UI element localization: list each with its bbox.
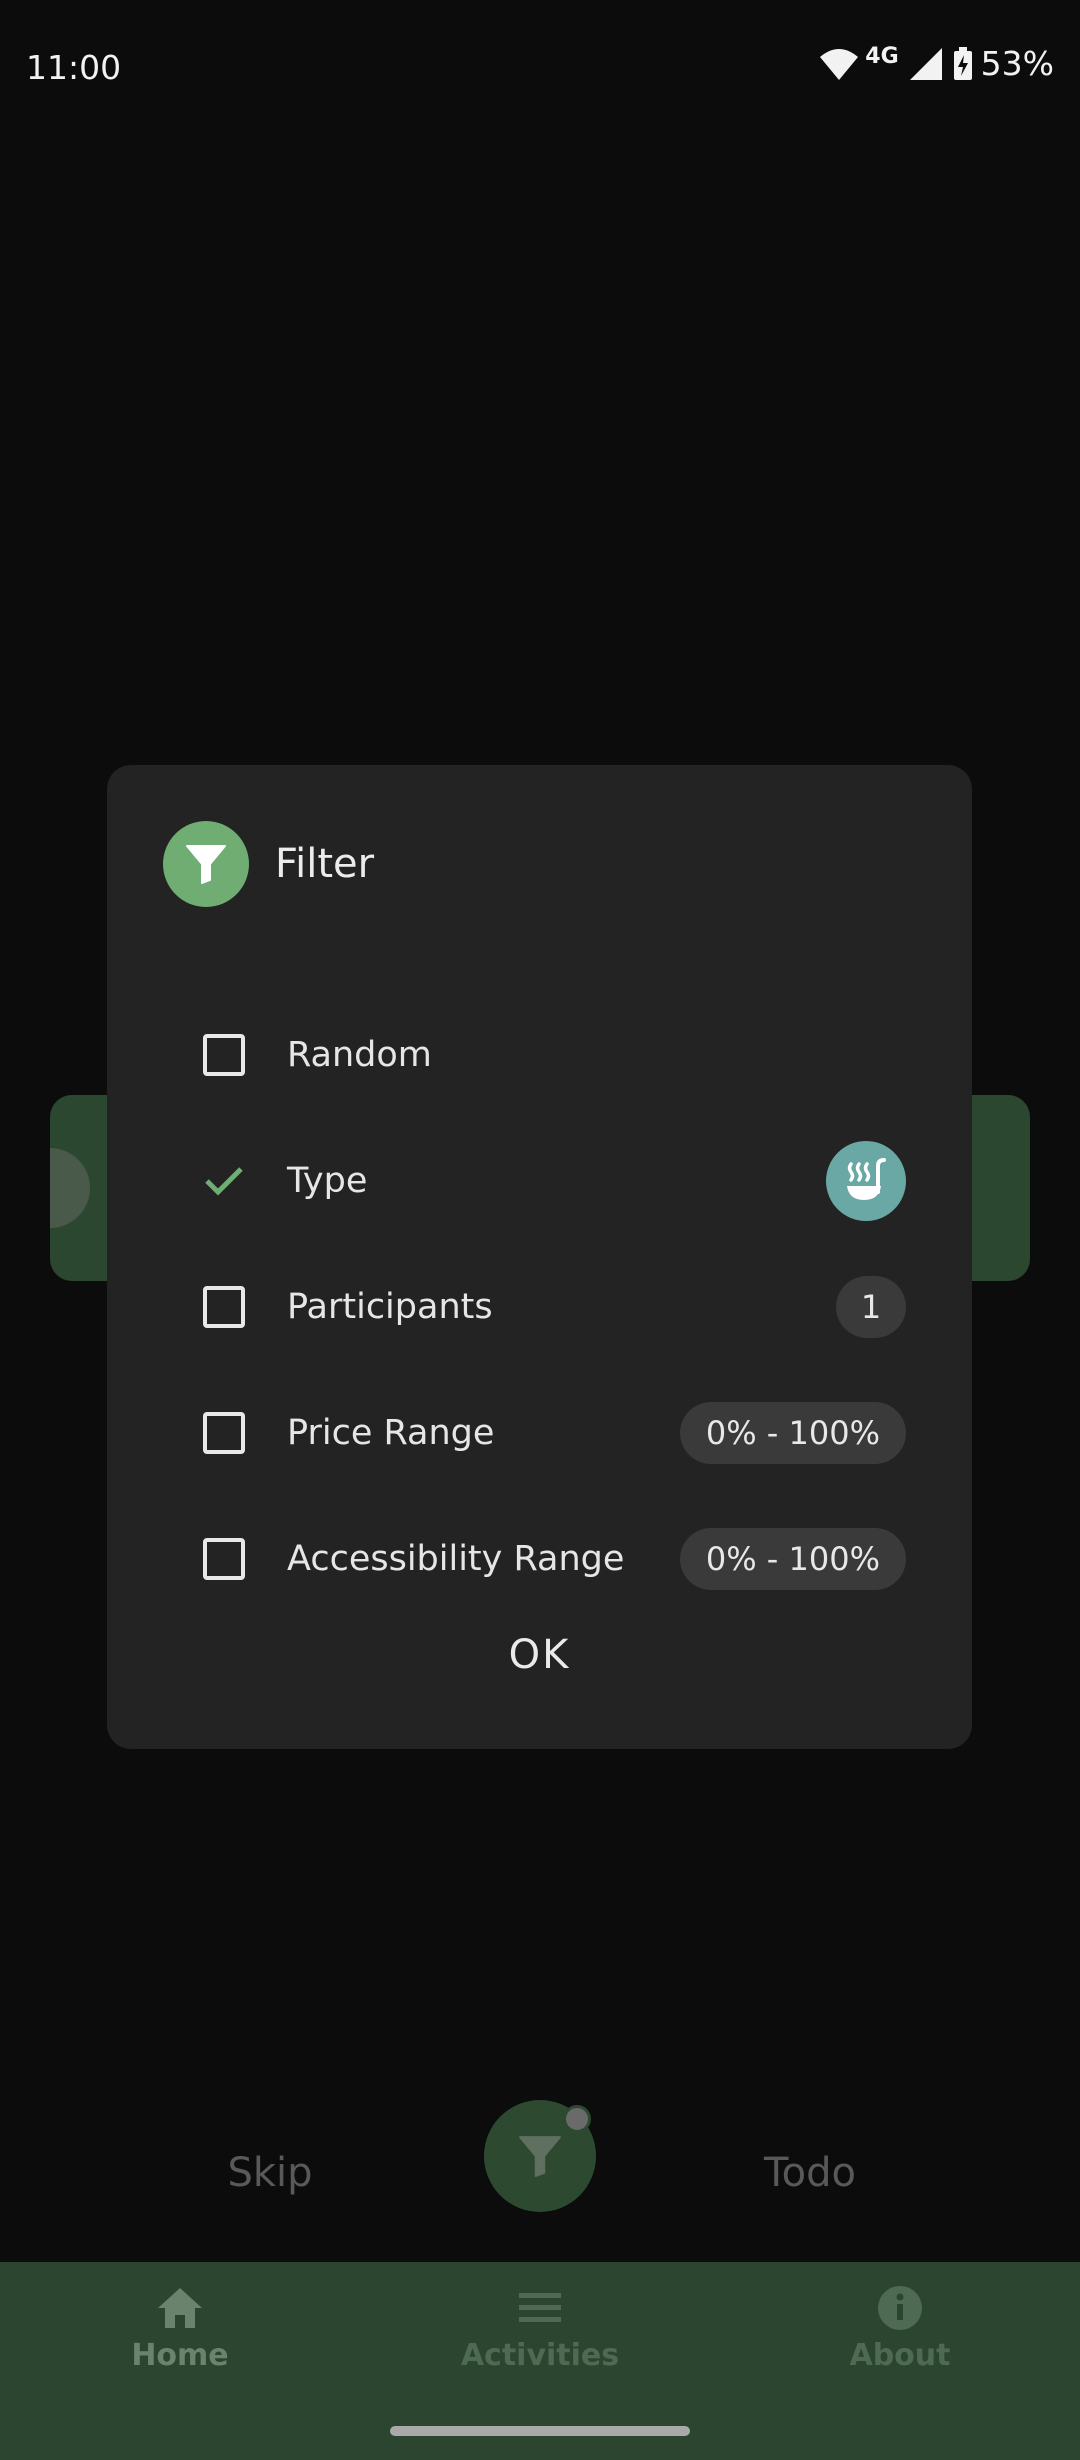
status-time: 11:00 xyxy=(26,48,122,87)
nav-item-home[interactable]: Home xyxy=(60,2284,300,2373)
network-type: 4G xyxy=(865,44,899,69)
participants-value-chip[interactable]: 1 xyxy=(836,1276,906,1338)
price-range-label: Price Range xyxy=(287,1413,495,1453)
nav-label-activities: Activities xyxy=(460,2338,620,2373)
gesture-handle[interactable] xyxy=(390,2426,690,2436)
price-range-value-chip[interactable]: 0% - 100% xyxy=(679,1402,906,1464)
nav-item-about[interactable]: About xyxy=(780,2284,1020,2373)
battery-percent: 53% xyxy=(980,44,1054,83)
nav-item-activities[interactable]: Activities xyxy=(420,2284,660,2373)
participants-checkbox[interactable] xyxy=(203,1286,245,1328)
nav-label-home: Home xyxy=(131,2338,229,2373)
accessibility-range-label: Accessibility Range xyxy=(287,1539,625,1579)
filter-row-type[interactable]: Type xyxy=(203,1141,906,1221)
status-bar: 11:00 4G 53% xyxy=(0,0,1080,140)
participants-label: Participants xyxy=(287,1287,493,1327)
random-label: Random xyxy=(287,1035,432,1075)
battery-charging-icon xyxy=(953,46,972,80)
filter-dialog: Filter Random Type Participants 1 Price … xyxy=(107,765,972,1749)
filter-icon xyxy=(519,2136,561,2177)
skip-button[interactable]: Skip xyxy=(170,2150,370,2196)
dialog-header: Filter xyxy=(163,821,374,907)
list-icon xyxy=(519,2293,561,2322)
filter-active-indicator xyxy=(563,2105,591,2133)
accessibility-range-checkbox[interactable] xyxy=(203,1538,245,1580)
filter-row-price-range[interactable]: Price Range 0% - 100% xyxy=(203,1393,906,1473)
status-icons: 4G 53% xyxy=(819,44,1054,83)
random-checkbox[interactable] xyxy=(203,1034,245,1076)
filter-row-participants[interactable]: Participants 1 xyxy=(203,1267,906,1347)
nav-label-about: About xyxy=(849,2338,951,2373)
filter-row-accessibility-range[interactable]: Accessibility Range 0% - 100% xyxy=(203,1519,906,1599)
ok-button[interactable]: OK xyxy=(457,1615,622,1695)
todo-button[interactable]: Todo xyxy=(710,2150,910,2196)
filter-icon xyxy=(163,821,249,907)
filter-row-random[interactable]: Random xyxy=(203,1015,906,1095)
ladle-soup-icon[interactable] xyxy=(826,1141,906,1221)
type-check-icon[interactable] xyxy=(203,1160,245,1202)
accessibility-range-value-chip[interactable]: 0% - 100% xyxy=(679,1528,906,1590)
info-icon xyxy=(878,2286,922,2330)
dialog-title: Filter xyxy=(275,841,375,887)
type-label: Type xyxy=(287,1161,368,1201)
price-range-checkbox[interactable] xyxy=(203,1412,245,1454)
wifi-icon xyxy=(820,48,859,80)
home-icon xyxy=(158,2288,202,2328)
signal-icon xyxy=(909,47,942,80)
